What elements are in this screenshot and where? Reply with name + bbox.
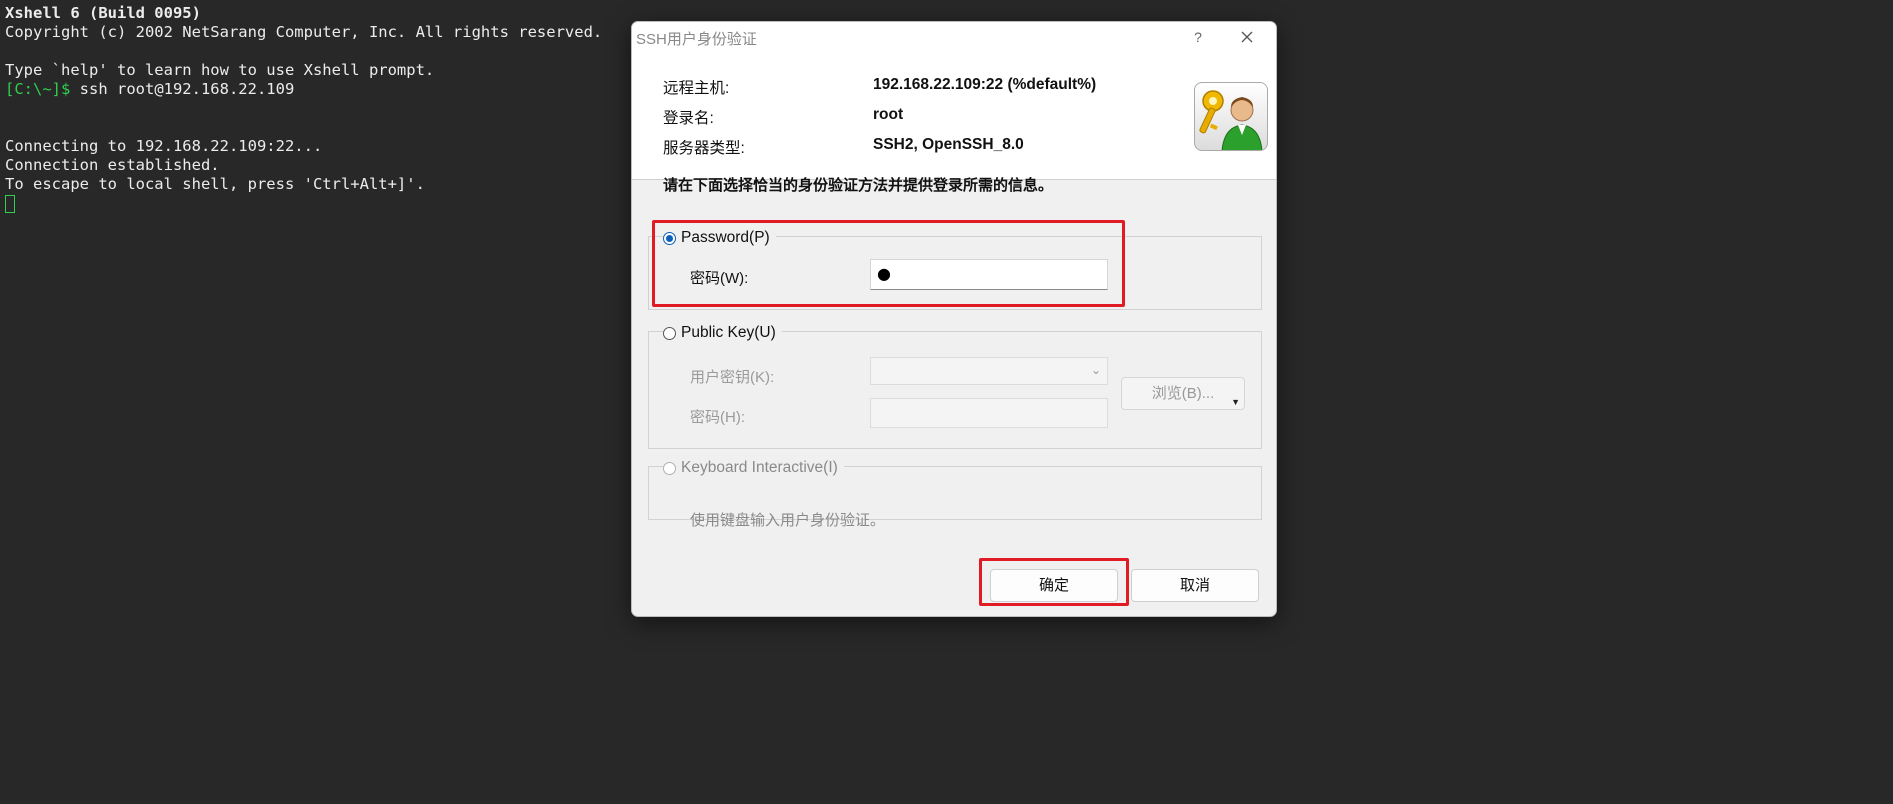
ssh-auth-dialog: SSH用户身份验证 ? 远程主机: 192.168.22.109:22 (%de… xyxy=(631,21,1277,617)
public-key-radio[interactable]: Public Key(U) xyxy=(663,324,782,342)
help-button[interactable]: ? xyxy=(1185,27,1211,47)
password-field-label: 密码(W): xyxy=(690,270,749,287)
terminal-output[interactable]: Xshell 6 (Build 0095) Copyright (c) 2002… xyxy=(5,4,602,213)
keyboard-hint: 使用键盘输入用户身份验证。 xyxy=(690,512,886,529)
radio-unselected-indicator xyxy=(663,326,676,340)
browse-button[interactable]: 浏览(B)... ▼ xyxy=(1121,377,1245,410)
ok-button[interactable]: 确定 xyxy=(990,569,1118,602)
terminal-line: Xshell 6 (Build 0095) xyxy=(5,4,201,22)
passphrase-label: 密码(H): xyxy=(690,409,745,426)
passphrase-input[interactable] xyxy=(870,398,1108,428)
key-user-icon xyxy=(1194,82,1268,151)
cancel-button[interactable]: 取消 xyxy=(1131,569,1259,602)
instruction-text: 请在下面选择恰当的身份验证方法并提供登录所需的信息。 xyxy=(663,177,1054,194)
terminal-line: Connecting to 192.168.22.109:22... xyxy=(5,137,323,155)
remote-host-value: 192.168.22.109:22 (%default%) xyxy=(873,76,1097,93)
password-radio[interactable]: Password(P) xyxy=(663,229,776,247)
dropdown-arrow-icon: ▼ xyxy=(1231,397,1240,407)
public-key-option-label: Public Key(U) xyxy=(681,324,776,341)
login-name-value: root xyxy=(873,106,904,123)
server-type-label: 服务器类型: xyxy=(663,140,745,157)
terminal-prompt-line: [C:\~]$ ssh root@192.168.22.109 xyxy=(5,80,602,99)
chevron-down-icon: ⌄ xyxy=(1090,363,1101,377)
terminal-line: Type `help' to learn how to use Xshell p… xyxy=(5,61,435,79)
password-input[interactable]: ● xyxy=(870,259,1108,290)
connection-info-panel: 远程主机: 192.168.22.109:22 (%default%) 登录名:… xyxy=(632,52,1276,180)
terminal-prompt: [C:\~]$ xyxy=(5,80,71,98)
radio-unselected-indicator xyxy=(663,461,676,475)
user-key-select[interactable]: ⌄ xyxy=(870,357,1108,385)
login-name-label: 登录名: xyxy=(663,110,714,127)
terminal-line: Copyright (c) 2002 NetSarang Computer, I… xyxy=(5,23,603,41)
terminal-line: To escape to local shell, press 'Ctrl+Al… xyxy=(5,175,425,193)
close-icon xyxy=(1241,31,1253,43)
terminal-line: Connection established. xyxy=(5,156,220,174)
dialog-title: SSH用户身份验证 xyxy=(636,31,757,48)
password-option-label: Password(P) xyxy=(681,229,770,246)
user-key-label: 用户密钥(K): xyxy=(690,369,775,386)
terminal-cursor xyxy=(5,194,15,213)
server-type-value: SSH2, OpenSSH_8.0 xyxy=(873,136,1024,153)
keyboard-interactive-radio[interactable]: Keyboard Interactive(I) xyxy=(663,459,844,477)
terminal-command: ssh root@192.168.22.109 xyxy=(70,80,295,98)
browse-button-label: 浏览(B)... xyxy=(1151,385,1215,402)
dialog-titlebar[interactable]: SSH用户身份验证 ? xyxy=(632,22,1276,52)
radio-selected-indicator xyxy=(663,231,676,245)
keyboard-option-label: Keyboard Interactive(I) xyxy=(681,459,838,476)
remote-host-label: 远程主机: xyxy=(663,80,730,97)
close-button[interactable] xyxy=(1232,27,1262,47)
terminal-cursor-line xyxy=(5,194,602,213)
